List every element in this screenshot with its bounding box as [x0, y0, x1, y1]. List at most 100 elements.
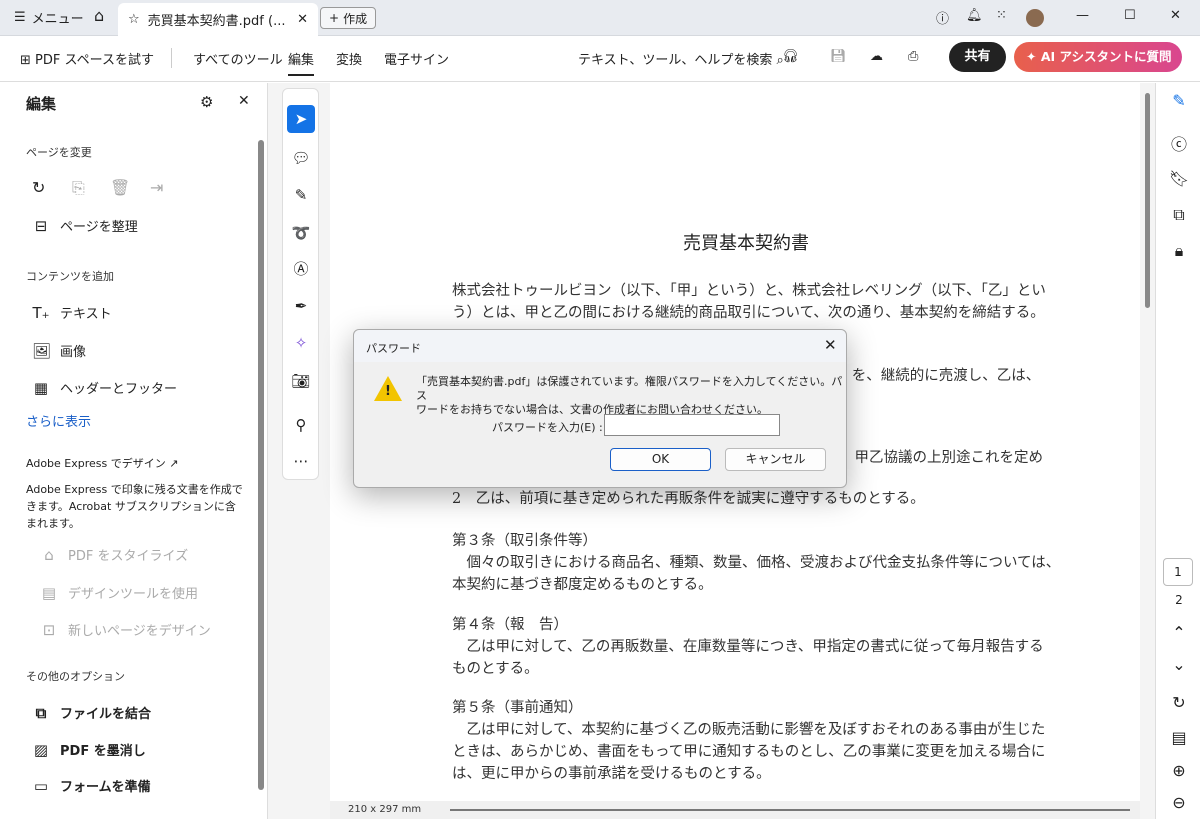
print-icon[interactable]: ⎙	[908, 49, 918, 64]
create-button[interactable]: + 作成	[320, 7, 377, 29]
trash-icon[interactable]: 🗑︎	[110, 178, 130, 197]
design-tools-button[interactable]: ▤ デザインツールを使用	[40, 583, 199, 603]
password-label: パスワードを入力(E) :	[492, 421, 603, 434]
text-icon: T₊	[32, 303, 50, 322]
lock-icon[interactable]: 🔒︎	[1168, 241, 1190, 261]
dialog-titlebar: パスワード	[354, 330, 846, 362]
express-description: Adobe Express で印象に残る文書を作成で きます。Acrobat サブ…	[26, 481, 243, 532]
stamp-tool-icon[interactable]: ⚲	[287, 411, 315, 439]
combine-files-button[interactable]: ⧉ ファイルを結合	[32, 703, 151, 723]
highlight-tool-icon[interactable]: ✎	[287, 181, 315, 209]
refresh-icon[interactable]: ↻	[1168, 693, 1190, 712]
password-input[interactable]	[604, 414, 780, 436]
esign-tab[interactable]: 電子サイン	[384, 49, 449, 68]
close-panel-icon[interactable]: ✕	[238, 93, 250, 109]
pdf-space-button[interactable]: ⊞ PDF スペースを試す	[20, 49, 154, 68]
comments-icon[interactable]: ⓒ	[1168, 131, 1190, 155]
bookmark-icon[interactable]: 🔖︎	[1168, 169, 1190, 188]
express-title: Adobe Express でデザイン	[26, 457, 166, 470]
horizontal-scrollbar[interactable]	[450, 809, 1130, 811]
stylize-pdf-button[interactable]: ⌂ PDF をスタイライズ	[40, 545, 189, 565]
comment-tool-icon[interactable]: 💬︎	[287, 144, 315, 172]
document-line: 第３条（取引条件等）	[452, 533, 597, 549]
more-tools-icon[interactable]: ⋯	[287, 447, 315, 475]
ok-button[interactable]: OK	[610, 448, 711, 471]
pdf-space-icon: ⊞	[20, 53, 31, 68]
select-tool-icon[interactable]: ➤	[287, 105, 315, 133]
snapshot-tool-icon[interactable]: 📷︎	[287, 367, 315, 395]
show-more-link[interactable]: さらに表示	[26, 411, 91, 430]
redact-button[interactable]: ▨ PDF を墨消し	[32, 740, 146, 760]
zoom-in-icon[interactable]: ⊕	[1168, 761, 1190, 780]
star-icon[interactable]: ☆	[128, 12, 140, 27]
organize-pages-button[interactable]: ⊟ ページを整理	[32, 216, 138, 236]
rotate-icon[interactable]: ↻	[32, 178, 45, 197]
design-tools-label: デザインツールを使用	[68, 587, 199, 602]
apps-icon[interactable]: ⁙	[996, 8, 1007, 23]
text-box-tool-icon[interactable]: Ⓐ	[287, 255, 315, 283]
design-page-button[interactable]: ⊡ 新しいページをデザイン	[40, 620, 211, 640]
chevron-down-icon[interactable]: ⌄	[1168, 655, 1190, 674]
edit-tab[interactable]: 編集	[288, 49, 315, 76]
headphones-icon[interactable]: 🎧︎	[782, 49, 799, 64]
ai-icon: ✦	[1026, 49, 1037, 64]
main-toolbar: ⊞ PDF スペースを試す すべてのツール 編集 変換 電子サイン テキスト、ツ…	[0, 36, 1200, 82]
minimize-icon[interactable]: —	[1076, 8, 1089, 23]
document-line: 第５条（事前通知）	[452, 700, 583, 716]
combine-icon: ⧉	[35, 703, 47, 722]
stylize-icon: ⌂	[44, 545, 54, 564]
password-dialog: パスワード ✕ ! 「売買基本契約書.pdf」は保護されています。権限パスワード…	[353, 329, 847, 488]
ai-assistant-button[interactable]: ✦ AI アシスタントに質問	[1014, 42, 1182, 72]
section-heading: その他のオプション	[26, 670, 125, 683]
avatar[interactable]	[1026, 9, 1044, 27]
document-tab[interactable]: ☆ 売買基本契約書.pdf (... ✕	[118, 3, 318, 36]
all-tools-tab[interactable]: すべてのツール	[193, 49, 283, 68]
cancel-button[interactable]: キャンセル	[725, 448, 826, 471]
zoom-out-icon[interactable]: ⊖	[1168, 793, 1190, 812]
draw-tool-icon[interactable]: ➰	[287, 219, 315, 247]
extract-page-icon[interactable]: ⇥	[150, 178, 163, 197]
document-line: 。）を、継続的に売渡し、乙は、	[830, 368, 1041, 384]
prepare-form-button[interactable]: ▭ フォームを準備	[32, 776, 151, 796]
search-button[interactable]: テキスト、ツール、ヘルプを検索 ⌕	[578, 49, 784, 68]
share-button[interactable]: 共有	[949, 42, 1006, 72]
message-line: 「売買基本契約書.pdf」は保護されています。権限パスワードを入力してください。…	[416, 375, 843, 402]
pdf-space-label: PDF スペースを試す	[35, 53, 154, 68]
image-label: 画像	[60, 345, 87, 360]
insert-page-icon[interactable]: ⎘	[72, 178, 85, 198]
external-link-icon[interactable]: ↗	[169, 457, 178, 470]
dialog-close-icon[interactable]: ✕	[824, 336, 837, 354]
close-tab-icon[interactable]: ✕	[297, 12, 308, 27]
scroll-thumb[interactable]	[1145, 93, 1150, 308]
window-close-icon[interactable]: ✕	[1170, 8, 1181, 23]
panel-scrollbar[interactable]	[258, 140, 264, 790]
redact-icon: ▨	[33, 740, 49, 759]
fill-sign-tool-icon[interactable]: ✒	[287, 292, 315, 320]
form-label: フォームを準備	[60, 780, 151, 795]
ai-edit-tool-icon[interactable]: ✧	[287, 329, 315, 357]
help-icon[interactable]: ⓘ	[936, 8, 949, 27]
current-page-input[interactable]: 1	[1163, 558, 1193, 586]
stylize-label: PDF をスタイライズ	[68, 549, 189, 564]
menu-button[interactable]: ☰ メニュー	[14, 8, 84, 27]
ai-summary-icon[interactable]: ✎	[1168, 91, 1190, 110]
maximize-icon[interactable]: ☐	[1124, 8, 1136, 23]
page-size: 210 x 297 mm	[348, 804, 422, 815]
header-footer-button[interactable]: ▦ ヘッダーとフッター	[32, 378, 177, 398]
gear-icon[interactable]: ⚙	[200, 93, 213, 111]
bell-icon[interactable]: 🔔︎	[966, 8, 983, 23]
document-line: 個々の取引きにおける商品名、種類、数量、価格、受渡および代金支払条件等については…	[452, 555, 1061, 571]
add-text-button[interactable]: T₊ テキスト	[32, 303, 111, 323]
vertical-scrollbar[interactable]	[1140, 83, 1155, 819]
save-icon[interactable]: 💾︎	[830, 49, 847, 64]
add-image-button[interactable]: 🖼︎ 画像	[32, 341, 87, 361]
upload-cloud-icon[interactable]: ☁	[870, 49, 883, 64]
ai-label: AI アシスタントに質問	[1040, 49, 1172, 64]
pages-icon[interactable]: ⧉	[1168, 205, 1190, 225]
page-fit-icon[interactable]: ▤	[1168, 728, 1190, 747]
convert-tab[interactable]: 変換	[336, 49, 362, 68]
chevron-up-icon[interactable]: ⌃	[1168, 623, 1190, 642]
tool-strip: ➤ 💬︎ ✎ ➰ Ⓐ ✒ ✧ 📷︎ ⚲ ⋯	[282, 88, 319, 480]
home-icon[interactable]: ⌂	[94, 6, 104, 25]
page-number[interactable]: 2	[1168, 593, 1190, 607]
